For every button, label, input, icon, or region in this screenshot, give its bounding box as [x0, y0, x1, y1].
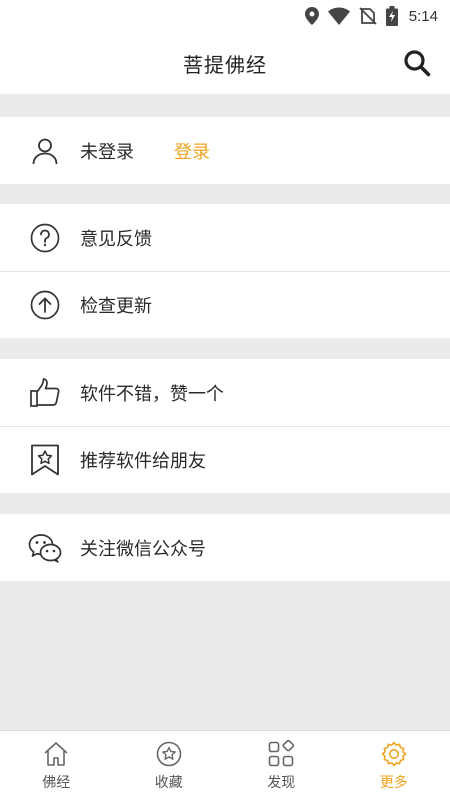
wechat-label: 关注微信公众号 — [80, 538, 206, 560]
status-time: 5:14 — [408, 7, 438, 25]
app-header: 菩提佛经 — [0, 32, 450, 94]
tab-label: 佛经 — [42, 775, 71, 791]
question-icon — [28, 221, 62, 255]
status-bar: 5:14 — [0, 0, 450, 32]
rate-app-label: 软件不错，赞一个 — [80, 383, 224, 405]
user-icon — [28, 134, 62, 168]
wechat-row[interactable]: 关注微信公众号 — [0, 514, 450, 581]
account-section: 未登录 登录 — [0, 117, 450, 184]
recommend-label: 推荐软件给朋友 — [80, 451, 206, 472]
recommend-row[interactable]: 推荐软件给朋友 — [0, 426, 450, 493]
search-button[interactable] — [402, 48, 432, 78]
share-section: 软件不错，赞一个 推荐软件给朋友 — [0, 359, 450, 493]
no-sim-icon — [359, 7, 377, 25]
tab-more[interactable]: 更多 — [338, 731, 450, 800]
search-icon — [404, 50, 431, 77]
gear-icon — [381, 741, 407, 767]
home-icon — [44, 742, 68, 766]
account-row[interactable]: 未登录 登录 — [0, 117, 450, 184]
login-link[interactable]: 登录 — [174, 138, 210, 164]
tab-label: 更多 — [379, 775, 408, 791]
wechat-section: 关注微信公众号 — [0, 514, 450, 581]
page-title: 菩提佛经 — [183, 52, 267, 77]
arrow-up-circle-icon — [28, 288, 62, 322]
rate-app-row[interactable]: 软件不错，赞一个 — [0, 359, 450, 426]
star-icon — [156, 741, 182, 767]
check-update-row[interactable]: 检查更新 — [0, 271, 450, 338]
bottom-tab-bar: 佛经 收藏 发现 更多 — [0, 730, 450, 800]
battery-charging-icon — [385, 6, 398, 26]
wechat-icon — [28, 531, 62, 565]
feedback-label: 意见反馈 — [80, 228, 152, 250]
tab-label: 发现 — [267, 775, 296, 791]
tab-sutras[interactable]: 佛经 — [0, 731, 113, 800]
grid-icon — [268, 740, 295, 767]
tab-discover[interactable]: 发现 — [225, 731, 338, 800]
feedback-row[interactable]: 意见反馈 — [0, 204, 450, 271]
wifi-icon — [327, 7, 350, 25]
login-status-text: 未登录 — [80, 141, 134, 163]
support-section: 意见反馈 检查更新 — [0, 204, 450, 338]
bookmark-star-icon — [28, 443, 62, 477]
location-icon — [304, 7, 319, 25]
check-update-label: 检查更新 — [80, 296, 152, 317]
tab-label: 收藏 — [154, 775, 183, 791]
thumbs-up-icon — [28, 376, 62, 410]
tab-favorites[interactable]: 收藏 — [113, 731, 226, 800]
